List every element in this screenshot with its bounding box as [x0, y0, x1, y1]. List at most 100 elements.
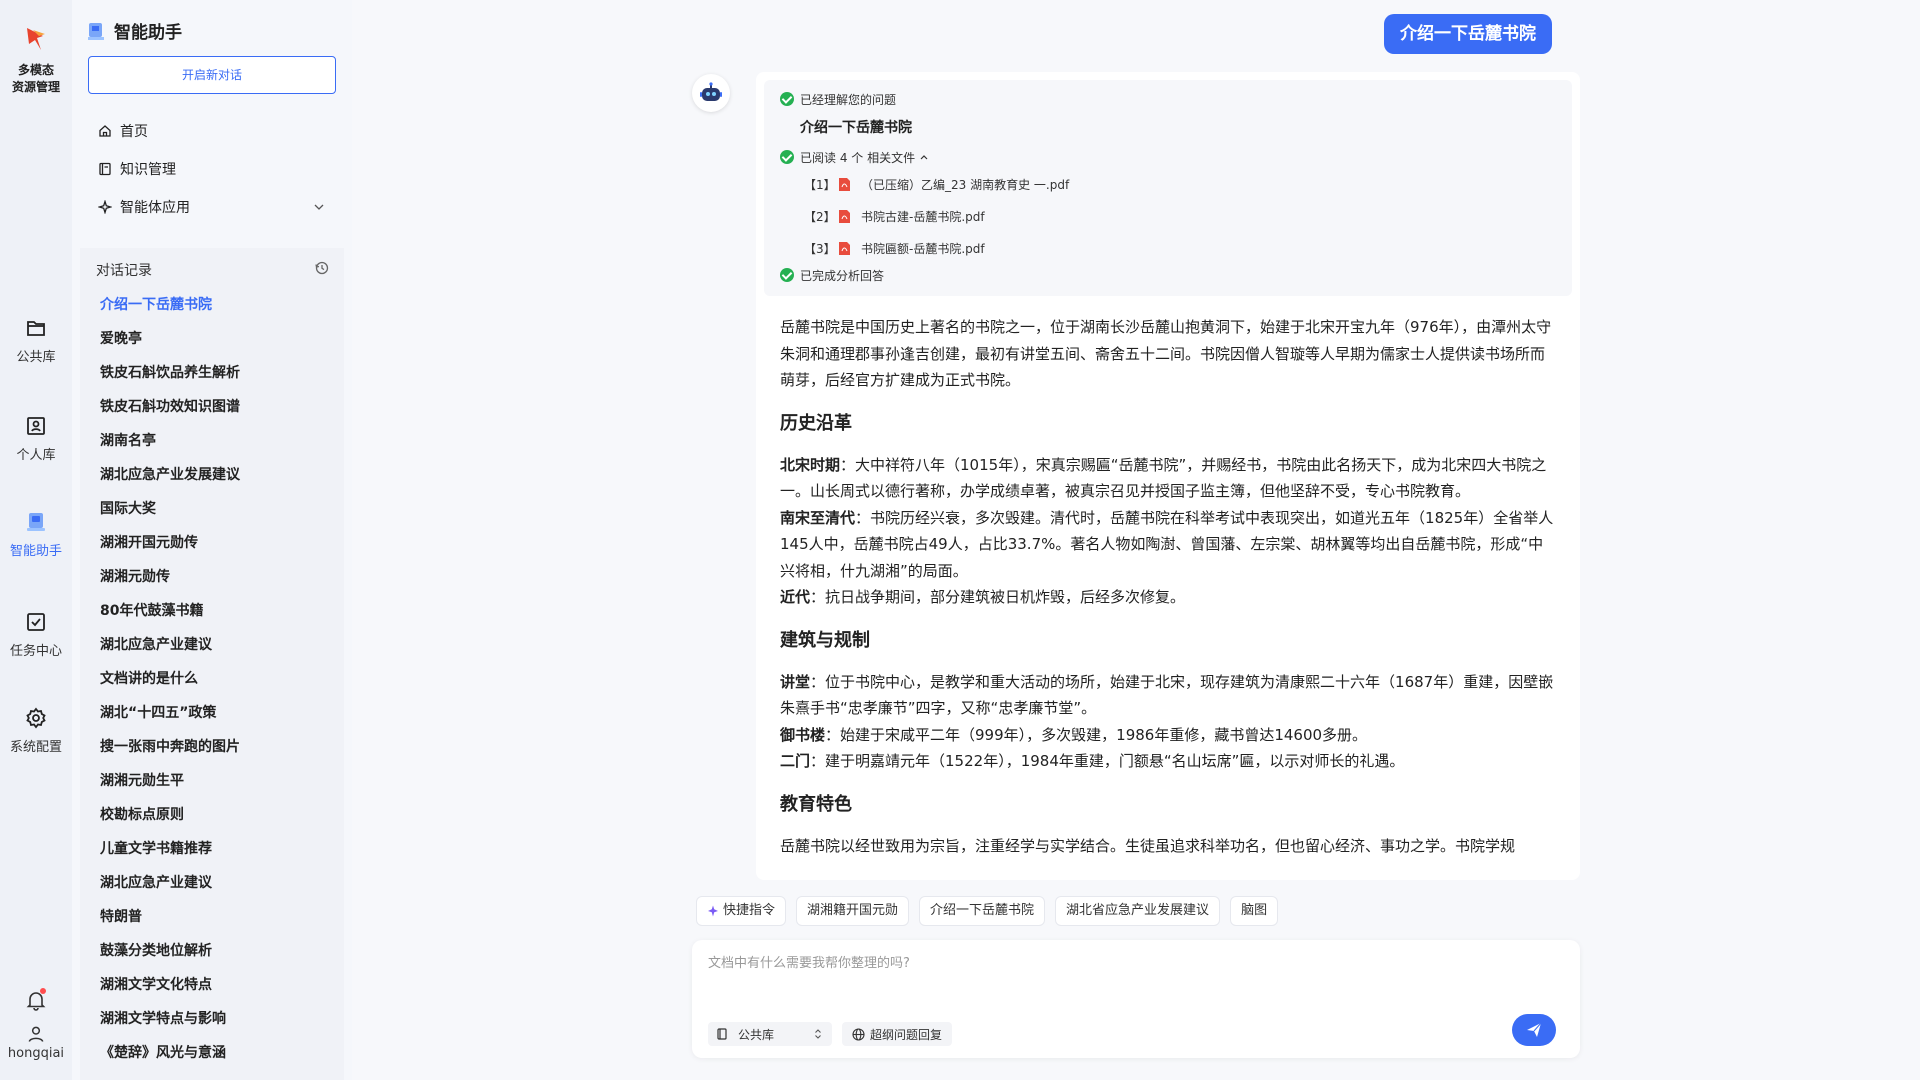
- quick-chips: 快捷指令 湖湘籍开国元勋 介绍一下岳麓书院 湖北省应急产业发展建议 脑图: [696, 896, 1279, 926]
- new-chat-button[interactable]: 开启新对话: [88, 56, 336, 94]
- reasoning-steps: 已经理解您的问题 介绍一下岳麓书院 已阅读 4 个 相关文件 【1】 （已压缩）…: [764, 80, 1572, 296]
- library-select[interactable]: 公共库: [708, 1022, 832, 1046]
- answer-para: 二门：建于明嘉靖元年（1522年），1984年重建，门额悬“名山坛席”匾，以示对…: [780, 748, 1556, 775]
- file-name: 书院匾额-岳麓书院.pdf: [861, 241, 985, 256]
- history-item[interactable]: 湖湘元勋生平: [100, 764, 330, 798]
- send-button[interactable]: [1512, 1014, 1556, 1046]
- file-item[interactable]: 【3】 书院匾额-岳麓书院.pdf: [804, 232, 1556, 264]
- history-item[interactable]: 铁皮石斛功效知识图谱: [100, 390, 330, 424]
- rail-item-personal-library[interactable]: 个人库: [0, 414, 72, 463]
- answer-para: 讲堂：位于书院中心，是教学和重大活动的场所，始建于北宋，现存建筑为清康熙二十六年…: [780, 669, 1556, 722]
- send-icon: [1527, 1022, 1542, 1037]
- rail-item-public-library[interactable]: 公共库: [0, 316, 72, 365]
- history-title: 对话记录: [96, 263, 152, 279]
- history-clock-icon[interactable]: [314, 260, 330, 276]
- file-name: 书院古建-岳麓书院.pdf: [861, 209, 985, 224]
- history-item[interactable]: 校勘标点原则: [100, 798, 330, 832]
- sidebar: 智能助手 开启新对话 首页 知识管理 智能体应用 对话记录 介绍一下岳麓书院 爱…: [72, 0, 352, 1080]
- answer-content: 岳麓书院是中国历史上著名的书院之一，位于湖南长沙岳麓山抱黄洞下，始建于北宋开宝九…: [756, 304, 1580, 859]
- para-label: 近代: [780, 588, 811, 606]
- chip-suggestion[interactable]: 湖北省应急产业发展建议: [1055, 896, 1221, 926]
- sidebar-nav: 首页 知识管理 智能体应用: [88, 112, 336, 226]
- history-item[interactable]: 湖北应急产业发展建议: [100, 458, 330, 492]
- sort-arrows-icon: [815, 1029, 821, 1039]
- history-item[interactable]: 《楚辞》风光与意涵: [100, 1036, 330, 1070]
- rail-item-task-center[interactable]: 任务中心: [0, 610, 72, 659]
- history-item[interactable]: 特朗普: [100, 900, 330, 934]
- step-done: 已完成分析回答: [780, 264, 1556, 286]
- brand-line-1: 多模态: [17, 63, 54, 77]
- history-item[interactable]: 湖北应急产业建议: [100, 866, 330, 900]
- user-icon: [28, 1026, 44, 1042]
- history-item[interactable]: 国际大奖: [100, 492, 330, 526]
- history-item[interactable]: 爱晚亭: [100, 322, 330, 356]
- answer-para: 岳麓书院以经世致用为宗旨，注重经学与实学结合。生徒虽追求科举功名，但也留心经济、…: [780, 836, 1516, 855]
- file-item[interactable]: 【2】 书院古建-岳麓书院.pdf: [804, 200, 1556, 232]
- brand-logo-icon: [27, 28, 45, 50]
- chip-label: 快捷指令: [723, 903, 776, 918]
- rail-item-label: 系统配置: [9, 740, 62, 755]
- chevron-down-icon[interactable]: [312, 200, 326, 214]
- nav-item-knowledge[interactable]: 知识管理: [88, 150, 336, 188]
- history-item[interactable]: 介绍一下岳麓书院: [100, 288, 330, 322]
- assistant-icon: [27, 513, 45, 531]
- chip-suggestion[interactable]: 介绍一下岳麓书院: [919, 896, 1046, 926]
- message-input[interactable]: [708, 952, 1548, 1002]
- contact-card-icon: [27, 417, 45, 435]
- rail-item-assistant[interactable]: 智能助手: [0, 510, 72, 559]
- history-item[interactable]: 铁皮石斛饮品养生解析: [100, 356, 330, 390]
- history-item[interactable]: 80年代鼓藻书籍: [100, 594, 330, 628]
- nav-item-label: 知识管理: [120, 162, 176, 178]
- history-item[interactable]: 湖湘开国元勋传: [100, 526, 330, 560]
- history-panel: 对话记录 介绍一下岳麓书院 爱晚亭 铁皮石斛饮品养生解析 铁皮石斛功效知识图谱 …: [80, 248, 344, 1080]
- chevron-up-icon[interactable]: [919, 152, 929, 162]
- assistant-icon: [88, 22, 104, 40]
- answer-para: 南宋至清代：书院历经兴衰，多次毁建。清代时，岳麓书院在科举考试中表现突出，如道光…: [780, 505, 1556, 585]
- nav-item-home[interactable]: 首页: [88, 112, 336, 150]
- assistant-answer: 已经理解您的问题 介绍一下岳麓书院 已阅读 4 个 相关文件 【1】 （已压缩）…: [756, 72, 1580, 880]
- history-item[interactable]: 湖北应急产业建议: [100, 628, 330, 662]
- file-index: 【2】: [804, 209, 836, 224]
- chip-suggestion[interactable]: 湖湘籍开国元勋: [796, 896, 910, 926]
- para-text: ：建于明嘉靖元年（1522年），1984年重建，门额悬“名山坛席”匾，以示对师长…: [810, 752, 1405, 770]
- chip-mindmap[interactable]: 脑图: [1230, 896, 1279, 926]
- para-label: 北宋时期: [780, 455, 841, 474]
- composer: 公共库 超纲问题回复: [692, 940, 1580, 1058]
- para-text: ：书院历经兴衰，多次毁建。清代时，岳麓书院在科举考试中表现突出，如道光五年（18…: [780, 508, 1554, 580]
- chip-quick-commands[interactable]: 快捷指令: [696, 896, 787, 926]
- section-heading: 历史沿革: [780, 412, 852, 434]
- step-read-files[interactable]: 已阅读 4 个 相关文件: [780, 146, 1556, 168]
- history-item[interactable]: 湖湘元勋传: [100, 560, 330, 594]
- notification-bell[interactable]: [24, 988, 48, 1012]
- history-item[interactable]: 湖湘文学特点与影响: [100, 1002, 330, 1036]
- history-item[interactable]: 湖北“十四五”政策: [100, 696, 330, 730]
- section-heading: 教育特色: [780, 793, 852, 815]
- check-circle-icon: [780, 92, 794, 106]
- history-item[interactable]: 鼓藻分类地位解析: [100, 934, 330, 968]
- para-label: 南宋至清代: [780, 508, 856, 527]
- nav-item-agents[interactable]: 智能体应用: [88, 188, 336, 226]
- rail-item-label: 任务中心: [9, 644, 62, 659]
- brand-logo[interactable]: 多模态 资源管理: [0, 24, 72, 96]
- user-message: 介绍一下岳麓书院: [1384, 14, 1552, 54]
- web-search-toggle[interactable]: 超纲问题回复: [842, 1022, 953, 1046]
- robot-icon: [700, 82, 722, 101]
- nav-item-label: 智能体应用: [120, 200, 190, 216]
- history-item[interactable]: 搜一张雨中奔跑的图片: [100, 730, 330, 764]
- file-item[interactable]: 【1】 （已压缩）乙编_23 湖南教育史 一.pdf: [804, 168, 1556, 200]
- history-item[interactable]: 文档讲的是什么: [100, 662, 330, 696]
- check-circle-icon: [780, 150, 794, 164]
- para-text: ：抗日战争期间，部分建筑被日机炸毁，后经多次修复。: [810, 588, 1186, 606]
- para-label: 御书楼: [780, 725, 826, 744]
- file-index: 【3】: [804, 241, 836, 256]
- user-profile[interactable]: hongqiai: [0, 1024, 72, 1061]
- rail-item-settings[interactable]: 系统配置: [0, 706, 72, 755]
- sidebar-title: 智能助手: [114, 23, 182, 43]
- rail-item-label: 公共库: [16, 350, 56, 365]
- history-item[interactable]: 湖南名亭: [100, 424, 330, 458]
- home-icon: [99, 125, 111, 137]
- file-index: 【1】: [804, 177, 836, 192]
- history-item[interactable]: 儿童文学书籍推荐: [100, 832, 330, 866]
- history-item[interactable]: 湖湘文学文化特点: [100, 968, 330, 1002]
- left-rail: 多模态 资源管理 公共库 个人库 智能助手 任务中心 系统配置 hongqiai: [0, 0, 72, 1080]
